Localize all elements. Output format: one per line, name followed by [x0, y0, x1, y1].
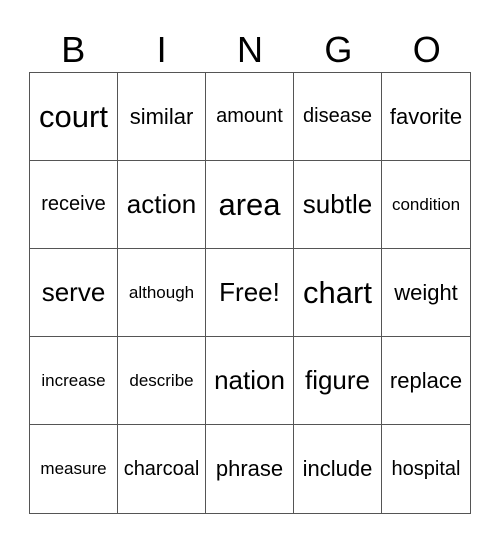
bingo-cell[interactable]: action	[118, 161, 206, 249]
bingo-header: B I N G O	[29, 28, 471, 72]
header-letter-g: G	[324, 29, 353, 70]
bingo-cell[interactable]: phrase	[206, 425, 294, 513]
bingo-cell[interactable]: subtle	[294, 161, 382, 249]
bingo-cell[interactable]: nation	[206, 337, 294, 425]
bingo-cell[interactable]: charcoal	[118, 425, 206, 513]
bingo-cell[interactable]: although	[118, 249, 206, 337]
bingo-cell[interactable]: measure	[30, 425, 118, 513]
free-space-cell[interactable]: Free!	[206, 249, 294, 337]
bingo-cell[interactable]: weight	[382, 249, 470, 337]
bingo-cell[interactable]: replace	[382, 337, 470, 425]
bingo-cell[interactable]: include	[294, 425, 382, 513]
bingo-card-grid: court similar amount disease favorite re…	[29, 72, 471, 514]
bingo-cell[interactable]: figure	[294, 337, 382, 425]
header-letter-n: N	[236, 29, 263, 70]
bingo-cell[interactable]: disease	[294, 73, 382, 161]
bingo-cell[interactable]: court	[30, 73, 118, 161]
bingo-cell[interactable]: condition	[382, 161, 470, 249]
bingo-cell[interactable]: serve	[30, 249, 118, 337]
bingo-cell[interactable]: area	[206, 161, 294, 249]
bingo-cell[interactable]: favorite	[382, 73, 470, 161]
bingo-cell[interactable]: receive	[30, 161, 118, 249]
bingo-cell[interactable]: describe	[118, 337, 206, 425]
header-letter-o: O	[412, 29, 441, 70]
header-letter-i: I	[156, 29, 167, 70]
bingo-cell[interactable]: similar	[118, 73, 206, 161]
bingo-cell[interactable]: chart	[294, 249, 382, 337]
bingo-cell[interactable]: amount	[206, 73, 294, 161]
bingo-cell[interactable]: hospital	[382, 425, 470, 513]
bingo-cell[interactable]: increase	[30, 337, 118, 425]
header-letter-b: B	[61, 29, 86, 70]
